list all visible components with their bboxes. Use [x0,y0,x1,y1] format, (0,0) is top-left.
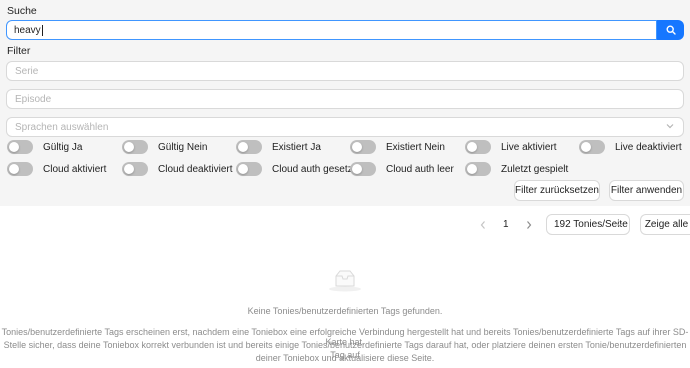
toggle-zuletzt-gespielt[interactable]: Zuletzt gespielt [465,162,568,176]
toggle-label: Cloud auth gesetzt [272,163,356,175]
toggle-label: Cloud auth leer [386,163,454,175]
episode-input[interactable]: Episode [6,89,684,109]
switch-off[interactable] [579,140,605,154]
toggle-existiert-ja[interactable]: Existiert Ja [236,140,321,154]
current-page[interactable]: 1 [503,219,509,230]
chevron-right-icon[interactable] [525,220,533,230]
serie-input[interactable]: Serie [6,61,684,81]
switch-off[interactable] [465,140,491,154]
search-icon [665,25,676,35]
switch-off[interactable] [350,140,376,154]
toggle-label: Cloud aktiviert [43,163,107,175]
chevron-down-icon [666,124,674,129]
empty-description-line-3: deiner Toniebox und aktualisiere diese S… [255,353,435,363]
toggle-label: Live aktiviert [501,141,557,153]
toggle-label: Cloud deaktiviert [158,163,233,175]
filter-label: Filter [7,45,31,57]
chevron-left-icon[interactable] [479,220,487,230]
toggle-label: Gültig Ja [43,141,83,153]
toggle-label: Live deaktiviert [615,141,682,153]
toggle-gueltig-nein[interactable]: Gültig Nein [122,140,207,154]
switch-off[interactable] [7,140,33,154]
page-size-select[interactable]: 192 Tonies/Seite [546,214,630,235]
apply-filter-button[interactable]: Filter anwenden [609,180,684,201]
toggle-existiert-nein[interactable]: Existiert Nein [350,140,445,154]
switch-off[interactable] [122,162,148,176]
switch-off[interactable] [7,162,33,176]
chevron-down-icon [616,222,623,227]
empty-title: Keine Tonies/benutzerdefinierten Tags ge… [247,306,443,316]
switch-off[interactable] [236,162,262,176]
toggle-cloud-auth-leer[interactable]: Cloud auth leer [350,162,454,176]
toggle-gueltig-ja[interactable]: Gültig Ja [7,140,82,154]
show-all-button[interactable]: Zeige alle [640,214,690,235]
text-caret [41,24,43,36]
toggle-live-aktiviert[interactable]: Live aktiviert [465,140,557,154]
search-label: Suche [7,5,37,17]
switch-off[interactable] [350,162,376,176]
switch-off[interactable] [236,140,262,154]
search-input[interactable]: heavy [6,20,657,40]
toggle-cloud-aktiviert[interactable]: Cloud aktiviert [7,162,106,176]
reset-filter-button[interactable]: Filter zurücksetzen [514,180,600,201]
languages-select[interactable]: Sprachen auswählen [6,117,684,137]
toggle-label: Zuletzt gespielt [501,163,569,175]
toggle-live-deaktiviert[interactable]: Live deaktiviert [579,140,682,154]
switch-off[interactable] [465,162,491,176]
search-button[interactable] [657,20,684,40]
toggle-label: Existiert Nein [386,141,445,153]
toggle-cloud-auth-gesetzt[interactable]: Cloud auth gesetzt [236,162,355,176]
empty-inbox-icon [329,270,361,292]
search-value: heavy [14,24,41,36]
languages-placeholder: Sprachen auswählen [15,121,109,133]
switch-off[interactable] [122,140,148,154]
toggle-label: Gültig Nein [158,141,208,153]
toggle-cloud-deaktiviert[interactable]: Cloud deaktiviert [122,162,232,176]
toggle-label: Existiert Ja [272,141,321,153]
